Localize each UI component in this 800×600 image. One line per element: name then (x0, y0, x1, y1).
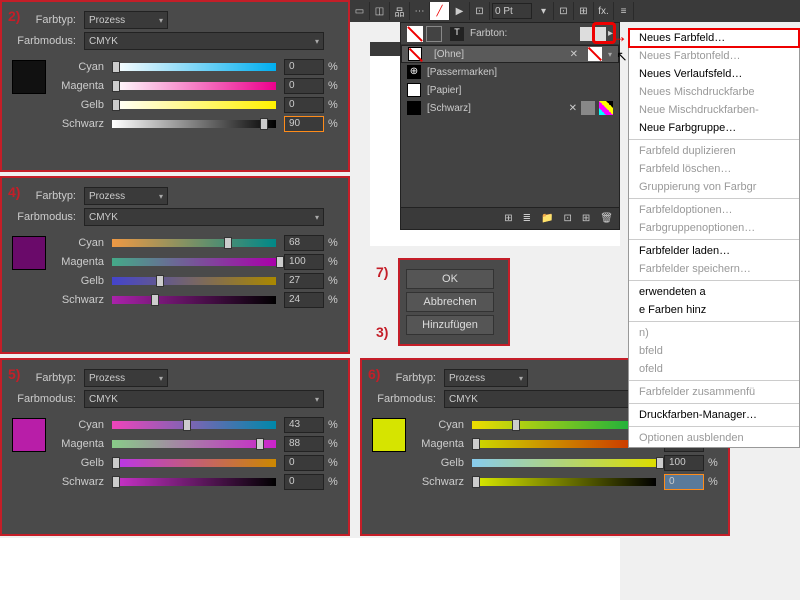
cancel-button[interactable]: Abbrechen (406, 292, 494, 312)
swatches-panel: T Farbton: ▸ [Ohne] ✕ ⊕ [Passermarken] [… (400, 22, 620, 230)
menu-neue-farbgruppe[interactable]: Neue Farbgruppe… (629, 119, 799, 137)
new-group-icon[interactable]: ⊞ (582, 213, 590, 224)
menu-optionen: Optionen ausblenden (629, 429, 799, 447)
schwarz-input[interactable]: 90 (284, 116, 324, 132)
menu-neues-mischdruck: Neues Mischdruckfarbe (629, 83, 799, 101)
menu-loeschen: Farbfeld löschen… (629, 160, 799, 178)
list-icon[interactable]: ≣ (523, 213, 531, 224)
tool-icon[interactable]: ▾ (534, 2, 554, 20)
farbton-label: Farbton: (470, 28, 507, 39)
stroke-icon[interactable] (426, 26, 442, 42)
farbtyp-select[interactable]: Prozess (84, 187, 168, 205)
step-label-4: 4) (8, 184, 20, 200)
menu-verwendeten[interactable]: erwendeten a (629, 283, 799, 301)
new-icon[interactable]: ⊡ (564, 213, 572, 224)
magenta-input[interactable]: 0 (284, 78, 324, 94)
farbmodus-select[interactable]: CMYK (84, 208, 324, 226)
menu-ofeld: ofeld (629, 360, 799, 378)
no-fill-icon[interactable] (407, 26, 423, 42)
menu-neues-verlaufsfeld[interactable]: Neues Verlaufsfeld… (629, 65, 799, 83)
menu-n: n) (629, 324, 799, 342)
color-panel-5: 5) Farbtyp: Prozess Farbmodus: CMYK Cyan… (0, 358, 350, 536)
menu-farben-hinz[interactable]: e Farben hinz (629, 301, 799, 319)
color-swatch (12, 60, 46, 94)
menu-farbgruppenoptionen: Farbgruppenoptionen… (629, 219, 799, 237)
dialog-buttons: OK Abbrechen Hinzufügen (398, 258, 510, 346)
page-bottom (0, 538, 620, 600)
color-swatch (372, 418, 406, 452)
tool-icon[interactable]: ⋯ (410, 2, 430, 20)
color-swatch (12, 236, 46, 270)
menu-farbfeldoptionen: Farbfeldoptionen… (629, 201, 799, 219)
swatches-context-menu: Neues Farbfeld… Neues Farbtonfeld… Neues… (628, 28, 800, 448)
farbmodus-label: Farbmodus: (12, 35, 84, 47)
tool-icon[interactable]: ⊞ (574, 2, 594, 20)
swatch-row-schwarz[interactable]: [Schwarz] ✕ (401, 99, 619, 117)
step-label-3: 3) (376, 324, 388, 340)
gelb-input[interactable]: 27 (284, 273, 324, 289)
view-icon[interactable]: ⊞ (504, 213, 512, 224)
tool-icon[interactable]: ◫ (370, 2, 390, 20)
ok-button[interactable]: OK (406, 269, 494, 289)
menu-icon[interactable]: ≡ (614, 2, 634, 20)
cursor-icon: ↖ (616, 48, 628, 65)
menu-zusammen: Farbfelder zusammenfü (629, 383, 799, 401)
step-label-2: 2) (8, 8, 20, 24)
arrow-icon: → (610, 26, 628, 47)
gelb-input[interactable]: 100 (664, 455, 704, 471)
farbmodus-select[interactable]: CMYK (84, 32, 324, 50)
schwarz-input[interactable]: 0 (284, 474, 324, 490)
lock-icon: ✕ (569, 103, 577, 114)
tool-icon[interactable]: ▭ (350, 2, 370, 20)
lock-icon: ✕ (570, 49, 578, 60)
color-swatch (12, 418, 46, 452)
menu-druckfarben[interactable]: Druckfarben-Manager… (629, 406, 799, 424)
pt-input[interactable] (492, 3, 532, 19)
stroke-icon[interactable]: ⊡ (470, 2, 490, 20)
text-fill-icon[interactable]: T (450, 27, 464, 41)
fx-icon[interactable]: fx. (594, 2, 614, 20)
schwarz-input[interactable]: 0 (664, 474, 704, 490)
no-fill-icon[interactable]: ╱ (430, 2, 450, 20)
menu-speichern: Farbfelder speichern… (629, 260, 799, 278)
menu-neues-farbtonfeld: Neues Farbtonfeld… (629, 47, 799, 65)
step-label-5: 5) (8, 366, 20, 382)
cyan-input[interactable]: 0 (284, 59, 324, 75)
menu-laden[interactable]: Farbfelder laden… (629, 242, 799, 260)
top-toolbar: ▭ ◫ 品 ⋯ ╱ ▶ ⊡ ▾ ⊡ ⊞ fx. ≡ (350, 0, 800, 22)
menu-bfeld: bfeld (629, 342, 799, 360)
menu-neues-farbfeld[interactable]: Neues Farbfeld… (629, 29, 799, 47)
schwarz-input[interactable]: 24 (284, 292, 324, 308)
arrow-icon[interactable]: ▶ (450, 2, 470, 20)
cyan-input[interactable]: 68 (284, 235, 324, 251)
step-label-7: 7) (376, 264, 388, 280)
farbtyp-select[interactable]: Prozess (84, 369, 168, 387)
color-panel-2: 2) Farbtyp: Prozess Farbmodus: CMYK Cyan… (0, 0, 350, 172)
tool-icon[interactable]: ⊡ (554, 2, 574, 20)
farbtyp-select[interactable]: Prozess (444, 369, 528, 387)
gelb-input[interactable]: 0 (284, 455, 324, 471)
step-label-6: 6) (368, 366, 380, 382)
menu-gruppierung: Gruppierung von Farbgr (629, 178, 799, 196)
color-panel-4: 4) Farbtyp: Prozess Farbmodus: CMYK Cyan… (0, 176, 350, 354)
menu-duplizieren: Farbfeld duplizieren (629, 142, 799, 160)
swatch-row-ohne[interactable]: [Ohne] ✕ (401, 45, 619, 63)
swatch-row-papier[interactable]: [Papier] (401, 81, 619, 99)
folder-icon[interactable]: 📁 (541, 213, 553, 224)
tool-icon[interactable]: 品 (390, 2, 410, 20)
menu-neue-mischdruckfarben: Neue Mischdruckfarben- (629, 101, 799, 119)
trash-icon[interactable]: 🗑 (600, 213, 613, 224)
magenta-input[interactable]: 88 (284, 436, 324, 452)
gelb-input[interactable]: 0 (284, 97, 324, 113)
magenta-input[interactable]: 100 (284, 254, 324, 270)
swatch-row-passermarken[interactable]: ⊕ [Passermarken] (401, 63, 619, 81)
farbtyp-label: Farbtyp: (12, 14, 84, 26)
swatches-footer: ⊞ ≣ 📁 ⊡ ⊞ 🗑 (401, 207, 619, 229)
farbtyp-select[interactable]: Prozess (84, 11, 168, 29)
farbmodus-select[interactable]: CMYK (84, 390, 324, 408)
add-button[interactable]: Hinzufügen (406, 315, 494, 335)
cyan-input[interactable]: 43 (284, 417, 324, 433)
